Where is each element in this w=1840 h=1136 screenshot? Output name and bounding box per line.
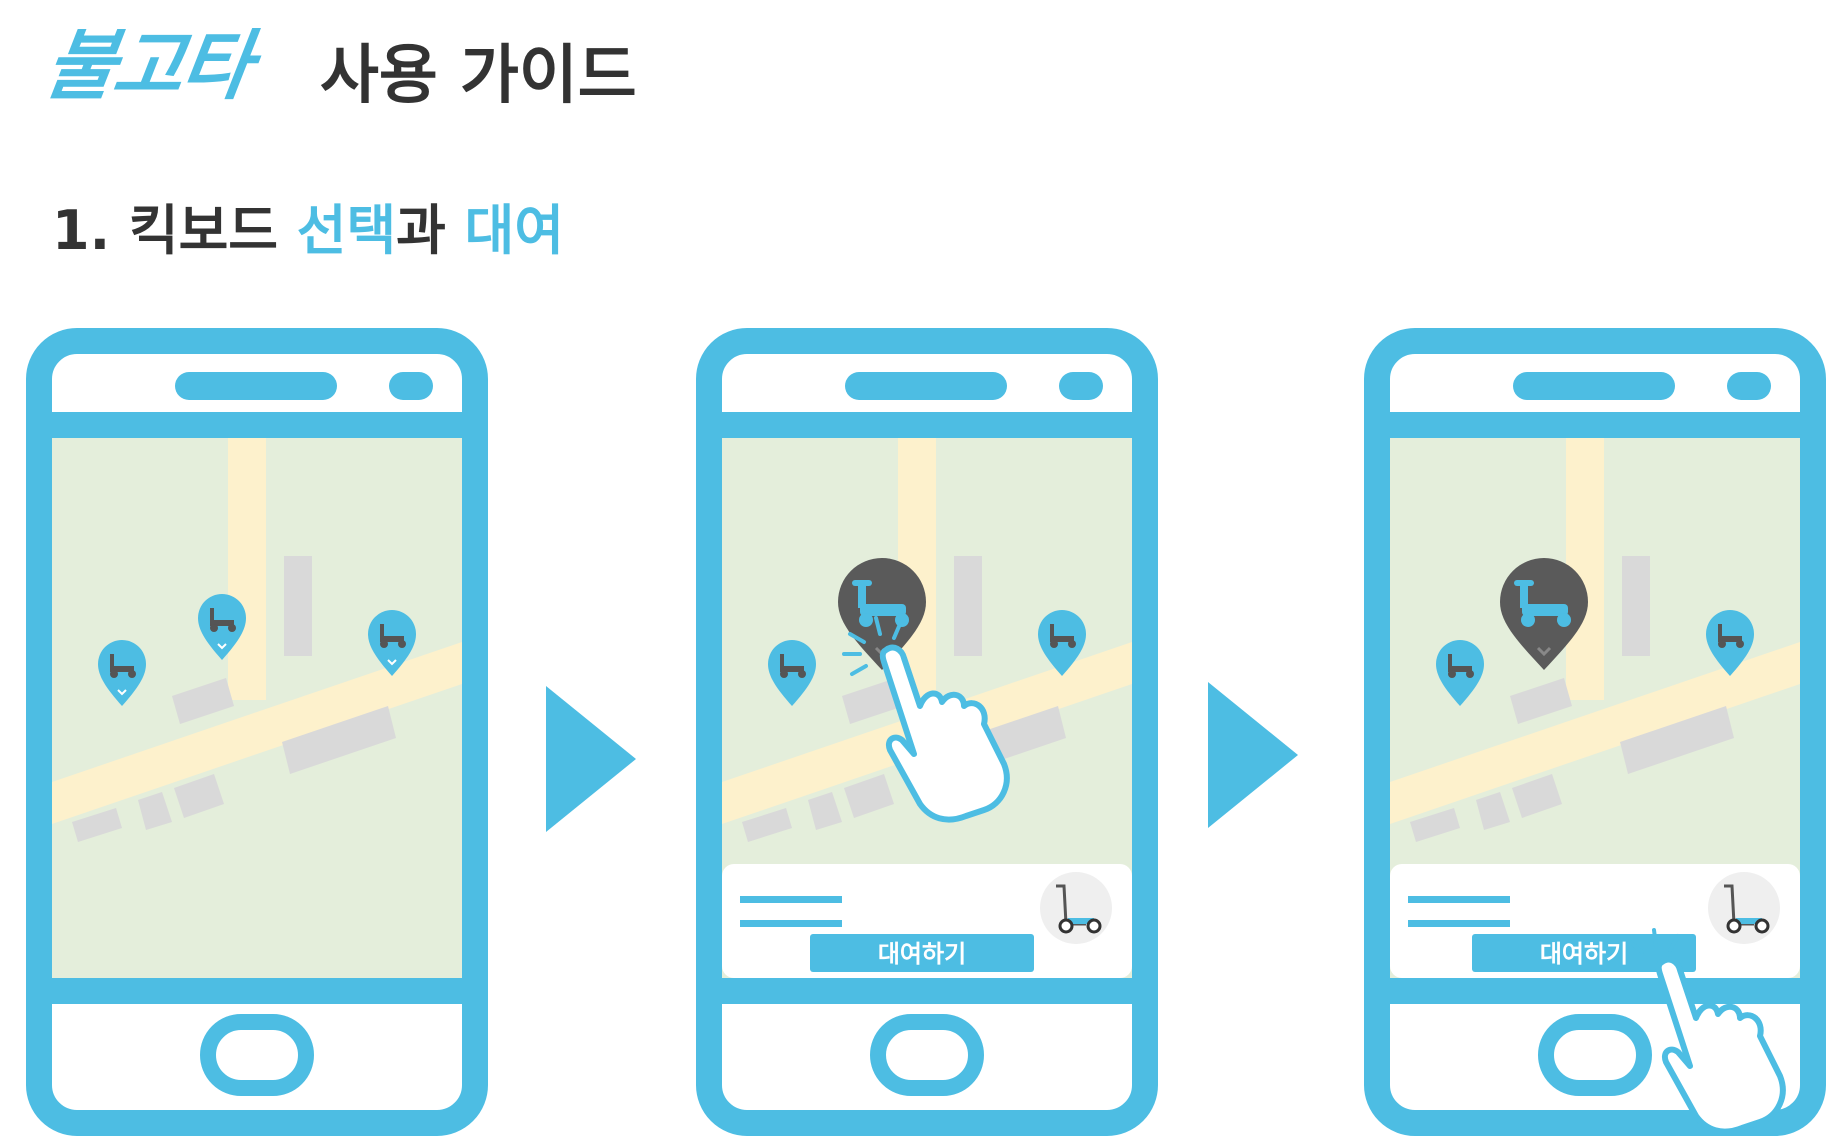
phone-step-select: 대여하기 <box>696 328 1158 1136</box>
scooter-thumbnail-icon <box>1040 872 1112 944</box>
home-button[interactable] <box>200 1014 314 1096</box>
step-highlight-rent: 대여 <box>464 199 565 262</box>
next-arrow-icon <box>546 686 636 836</box>
scooter-thumbnail-icon <box>1708 872 1780 944</box>
next-arrow-icon <box>1208 682 1298 832</box>
page-title: 사용 가이드 <box>320 39 637 113</box>
camera-icon <box>389 372 433 400</box>
speaker-icon <box>845 372 1007 400</box>
speaker-icon <box>175 372 337 400</box>
step-number: 1. <box>52 199 111 262</box>
step-title: 1. 킥보드 선택과 대여 <box>52 204 564 258</box>
phone-step-map <box>26 328 488 1136</box>
rent-button-label: 대여하기 <box>878 940 966 968</box>
step-text-part1: 킥보드 <box>128 199 278 262</box>
rent-button-label: 대여하기 <box>1540 940 1628 968</box>
map-area[interactable] <box>52 438 462 978</box>
step-text-part2: 과 <box>396 199 446 262</box>
brand-logo: 불고타 <box>39 21 257 110</box>
home-button[interactable] <box>870 1014 984 1096</box>
camera-icon <box>1727 372 1771 400</box>
step-highlight-select: 선택 <box>296 199 397 262</box>
home-button[interactable] <box>1538 1014 1652 1096</box>
camera-icon <box>1059 372 1103 400</box>
speaker-icon <box>1513 372 1675 400</box>
rent-button[interactable]: 대여하기 <box>810 934 1034 972</box>
phone-step-rent: 대여하기 <box>1364 328 1826 1136</box>
